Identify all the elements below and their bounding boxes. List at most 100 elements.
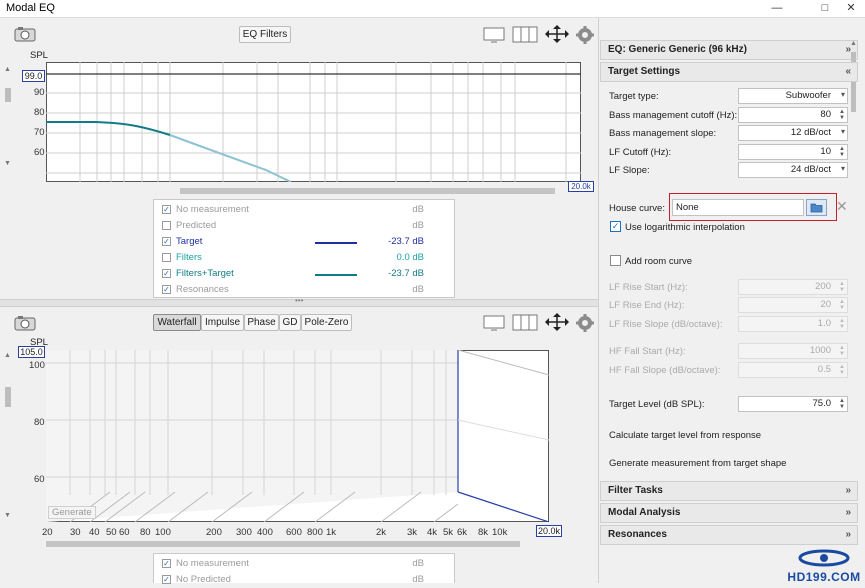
target-level-input[interactable]: 75.0 ▲ ▼ bbox=[738, 396, 848, 412]
waterfall-plot-area[interactable] bbox=[46, 349, 550, 523]
resonances-header[interactable]: Resonances » bbox=[600, 525, 858, 545]
bass-cutoff-input[interactable]: 80 ▲ ▼ bbox=[738, 107, 848, 123]
waterfall-xmax-input[interactable]: 20.0k bbox=[536, 525, 562, 537]
split-graph-icon[interactable] bbox=[512, 26, 538, 43]
close-button[interactable]: ✕ bbox=[836, 0, 865, 17]
legend-row-filters[interactable]: Filters 0.0 dB bbox=[162, 250, 430, 266]
legend-row-target[interactable]: ✓ Target -23.7 dB bbox=[162, 234, 430, 250]
spl-horizontal-scrollbar[interactable] bbox=[46, 187, 581, 195]
eq-filters-button[interactable]: EQ Filters bbox=[239, 26, 291, 43]
calc-target-link[interactable]: Calculate target level from response bbox=[609, 430, 761, 441]
spl-xmax-input[interactable]: 20.0k bbox=[568, 181, 594, 192]
spl-plot bbox=[46, 62, 581, 183]
x-tick: 30 bbox=[70, 527, 81, 538]
tab-waterfall[interactable]: Waterfall bbox=[153, 314, 201, 331]
tab-gd[interactable]: GD bbox=[279, 314, 301, 331]
x-tick: 400 bbox=[257, 527, 273, 538]
folder-icon[interactable] bbox=[806, 199, 827, 216]
spinner-icon[interactable]: ▲ ▼ bbox=[839, 398, 845, 410]
checkbox-no-measurement[interactable]: ✓ bbox=[162, 559, 171, 568]
legend-value: dB bbox=[412, 558, 424, 569]
waterfall-vertical-scrollbar[interactable]: ▲ ▼ bbox=[4, 352, 12, 522]
spinner-icon[interactable]: ▲ ▼ bbox=[839, 109, 845, 121]
legend-row-filters-target[interactable]: ✓ Filters+Target -23.7 dB bbox=[162, 266, 430, 282]
lf-rise-start-input[interactable]: 200 ▲ ▼ bbox=[738, 279, 848, 295]
legend-row-no-measurement[interactable]: ✓ No measurement dB bbox=[162, 202, 430, 218]
modal-analysis-label: Modal Analysis bbox=[608, 507, 681, 518]
filter-tasks-header[interactable]: Filter Tasks » bbox=[600, 481, 858, 501]
checkbox-filters-target[interactable]: ✓ bbox=[162, 269, 171, 278]
camera-icon[interactable] bbox=[14, 315, 36, 331]
move-arrows-icon[interactable] bbox=[544, 24, 570, 44]
lf-cutoff-input[interactable]: 10 ▲ ▼ bbox=[738, 144, 848, 160]
gear-icon[interactable] bbox=[576, 314, 594, 332]
waterfall-max-input[interactable]: 105.0 bbox=[18, 346, 45, 358]
x-tick: 6k bbox=[457, 527, 468, 538]
legend-row-predicted[interactable]: Predicted dB bbox=[162, 218, 430, 234]
chevron-down-icon: » bbox=[845, 529, 851, 540]
minimize-button[interactable]: — bbox=[762, 0, 792, 17]
checkbox-filters[interactable] bbox=[162, 253, 171, 262]
add-room-curve-checkbox[interactable] bbox=[610, 255, 621, 266]
move-arrows-icon[interactable] bbox=[544, 312, 570, 332]
legend2-row-no-measurement[interactable]: ✓ No measurement dB bbox=[162, 556, 430, 572]
x-tick: 5k bbox=[443, 527, 454, 538]
house-curve-input[interactable]: None bbox=[672, 199, 804, 216]
legend-name: No Predicted bbox=[176, 574, 231, 585]
camera-icon[interactable] bbox=[14, 26, 36, 42]
chevron-up-icon: « bbox=[845, 66, 851, 77]
target-settings-label: Target Settings bbox=[608, 66, 681, 77]
generate-button[interactable]: Generate bbox=[48, 506, 96, 519]
x-tick: 20 bbox=[42, 527, 53, 538]
spl-vertical-scrollbar[interactable]: ▲ ▼ bbox=[4, 66, 12, 170]
bass-slope-select[interactable]: 12 dB/oct ▾ bbox=[738, 125, 848, 141]
chevron-down-icon: » bbox=[845, 485, 851, 496]
target-settings-header[interactable]: Target Settings « bbox=[600, 62, 858, 82]
checkbox-predicted[interactable] bbox=[162, 221, 171, 230]
lf-rise-slope-input[interactable]: 1.0 ▲ ▼ bbox=[738, 316, 848, 332]
house-curve-label: House curve: bbox=[609, 203, 665, 214]
single-graph-icon[interactable] bbox=[482, 314, 506, 331]
waterfall-legend-panel: ✓ No measurement dB ✓ No Predicted dB bbox=[153, 553, 455, 585]
right-scrollbar[interactable]: ▲ bbox=[848, 40, 860, 540]
lf-rise-slope-value: 1.0 bbox=[817, 318, 831, 329]
tab-impulse[interactable]: Impulse bbox=[201, 314, 244, 331]
spl-plot-area[interactable] bbox=[46, 62, 581, 183]
lf-rise-end-input[interactable]: 20 ▲ ▼ bbox=[738, 297, 848, 313]
spinner-icon[interactable]: ▲ ▼ bbox=[839, 146, 845, 158]
gear-icon[interactable] bbox=[576, 26, 594, 44]
watermark-logo: HD199.COM bbox=[785, 549, 863, 584]
waterfall-tick-100: 100 bbox=[29, 360, 45, 371]
split-graph-icon[interactable] bbox=[512, 314, 538, 331]
pane-splitter[interactable]: ••• bbox=[0, 296, 598, 307]
tab-pole-zero[interactable]: Pole-Zero bbox=[301, 314, 352, 331]
legend2-row-no-predicted[interactable]: ✓ No Predicted dB bbox=[162, 572, 430, 588]
lf-rise-end-value: 20 bbox=[820, 299, 831, 310]
legend-name: Filters bbox=[176, 252, 202, 263]
lf-rise-slope-label: LF Rise Slope (dB/octave): bbox=[609, 319, 723, 330]
waterfall-horizontal-scrollbar[interactable] bbox=[46, 540, 549, 548]
clear-icon[interactable]: ✕ bbox=[836, 198, 848, 214]
log-interp-checkbox[interactable]: ✓ bbox=[610, 221, 621, 232]
single-graph-icon[interactable] bbox=[482, 26, 506, 43]
log-interp-label: Use logarithmic interpolation bbox=[625, 222, 745, 233]
checkbox-target[interactable]: ✓ bbox=[162, 237, 171, 246]
lf-slope-select[interactable]: 24 dB/oct ▾ bbox=[738, 162, 848, 178]
x-tick: 300 bbox=[236, 527, 252, 538]
eq-header[interactable]: EQ: Generic Generic (96 kHz) » bbox=[600, 40, 858, 60]
x-tick: 1k bbox=[326, 527, 337, 538]
checkbox-no-measurement[interactable]: ✓ bbox=[162, 205, 171, 214]
x-tick: 600 bbox=[286, 527, 302, 538]
spl-max-input[interactable]: 99.0 bbox=[22, 70, 45, 82]
checkbox-resonances[interactable]: ✓ bbox=[162, 285, 171, 294]
target-type-select[interactable]: Subwoofer ▾ bbox=[738, 88, 848, 104]
generate-measurement-link[interactable]: Generate measurement from target shape bbox=[609, 458, 786, 469]
legend-panel: ✓ No measurement dB Predicted dB ✓ Targe… bbox=[153, 199, 455, 298]
tab-phase[interactable]: Phase bbox=[244, 314, 279, 331]
x-tick: 100 bbox=[155, 527, 171, 538]
hf-fall-start-input[interactable]: 1000 ▲ ▼ bbox=[738, 343, 848, 359]
modal-analysis-header[interactable]: Modal Analysis » bbox=[600, 503, 858, 523]
x-tick: 8k bbox=[478, 527, 489, 538]
hf-fall-slope-input[interactable]: 0.5 ▲ ▼ bbox=[738, 362, 848, 378]
spl-tick-90: 90 bbox=[34, 87, 45, 98]
